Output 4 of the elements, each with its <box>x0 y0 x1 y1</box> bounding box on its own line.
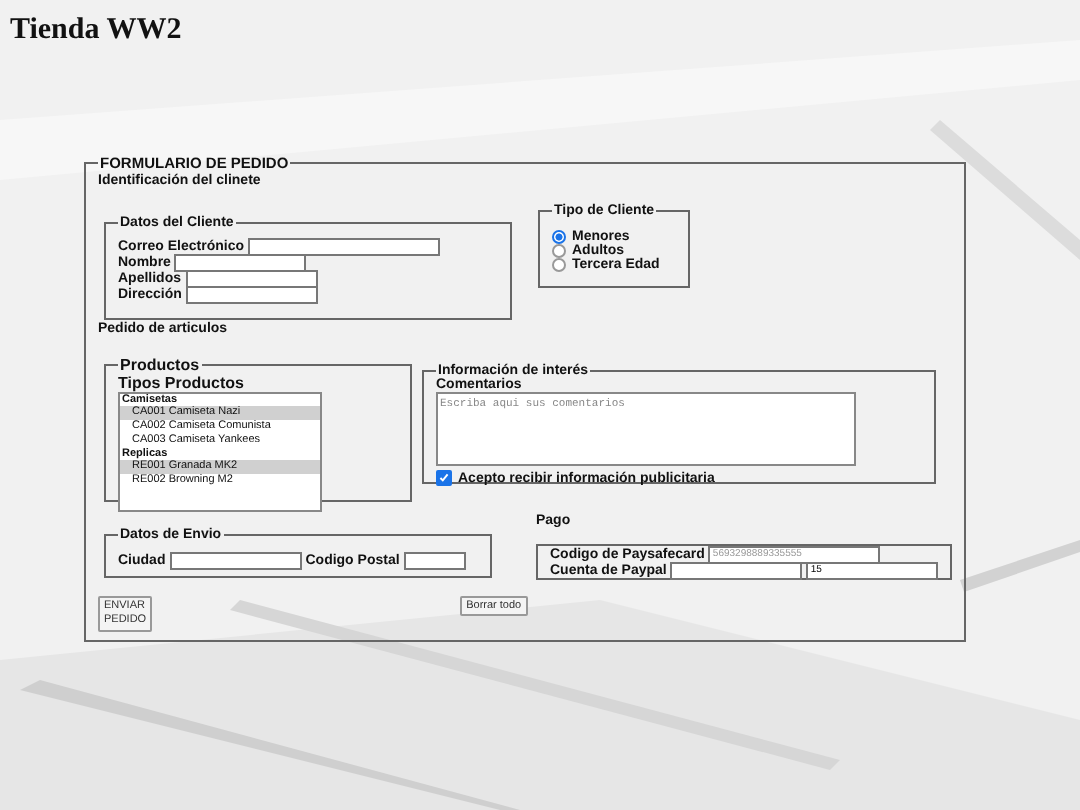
field-label: Tipos Productos <box>118 374 246 392</box>
checkbox[interactable] <box>436 470 452 486</box>
page-title: Tienda WW2 <box>8 12 184 50</box>
panel-legend: Productos <box>118 356 202 374</box>
